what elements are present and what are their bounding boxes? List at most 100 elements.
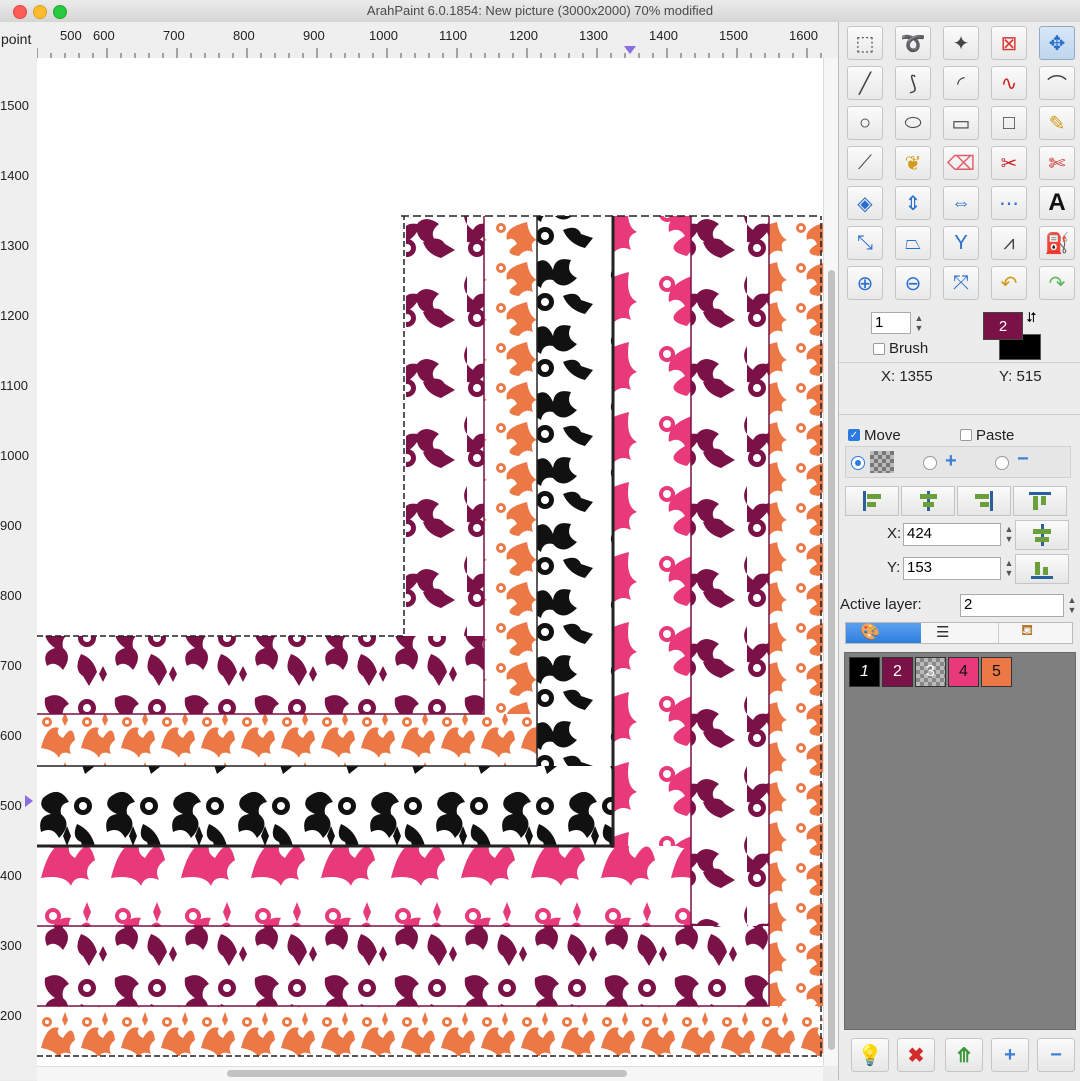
eraser-tool-button[interactable]: ⌫ [943,146,979,180]
layer-chip[interactable]: 2 [882,657,913,687]
ornamental-border-artwork[interactable] [37,58,823,1066]
foreground-color-swatch[interactable]: 2 [983,312,1023,340]
move-checkbox[interactable]: ✓ [848,429,860,441]
pencil-tool-button[interactable]: ✎ [1039,106,1075,140]
mode-subtract-radio[interactable] [995,456,1009,470]
scale-icon: ⤡ [857,231,873,254]
recolor-tool-button[interactable]: ◈ [847,186,883,220]
mirror-horizontal-tool-button[interactable]: ⇔ [943,186,979,220]
center-horizontally-button[interactable] [1015,520,1069,550]
ruler-tick-label: 1500 [719,28,748,43]
perspective-tool-button[interactable]: ⏢ [895,226,931,260]
cursor-x-readout: X: 1355 [881,368,933,385]
tip-button[interactable]: 💡 [851,1038,889,1072]
deselect-tool-button[interactable]: ⊠ [991,26,1027,60]
zoom-in-tool-button[interactable]: ⊕ [847,266,883,300]
bucket-tool-button[interactable]: ⛽ [1039,226,1075,260]
center-cross-icon [1033,524,1051,546]
brush-label: Brush [889,340,929,357]
vertical-band-maroon-outer [691,216,769,1006]
position-y-stepper[interactable]: ▲ ▼ [1003,558,1015,578]
square-tool-button[interactable]: □ [991,106,1027,140]
active-layer-input[interactable]: 2 [960,594,1064,617]
layer-panel-tabs: 🎨 ☰ ⛾ [845,622,1073,644]
layer-chip[interactable]: 1 [849,657,880,687]
vertical-scroll-thumb[interactable] [828,270,835,1050]
drawing-canvas[interactable] [37,58,823,1066]
tab-layers[interactable]: ☰ [922,623,997,643]
stamp-tool-button[interactable]: ❦ [895,146,931,180]
bezier-tool-button[interactable]: ⌒ [1039,66,1075,100]
compass-tool-button[interactable]: ⩘ [991,226,1027,260]
vertical-scrollbar[interactable] [823,58,839,1066]
subtract-mode-icon: − [1017,448,1029,470]
scissors-tool-button[interactable]: ✄ [1039,146,1075,180]
brush-size-stepper[interactable]: ▲ ▼ [913,313,925,333]
rect-select-tool-button[interactable]: ⬚ [847,26,883,60]
redo-tool-button[interactable]: ↷ [1039,266,1075,300]
align-center-horizontal-button[interactable] [901,486,955,516]
title-bar: ArahPaint 6.0.1854: New picture (3000x20… [0,0,1080,23]
ellipse-icon: ○ [858,111,872,134]
left-ruler[interactable]: 1500 1400 1300 1200 1100 1000 900 800 70… [0,58,38,1080]
curve-icon: ◜ [957,72,965,95]
layer-chip[interactable]: 3 [915,657,946,687]
mode-transparent-radio[interactable] [851,456,865,470]
layer-list[interactable]: 1 2 3 4 5 [844,652,1076,1030]
line-tool-button[interactable]: ╱ [847,66,883,100]
symmetry-tool-button[interactable]: Y [943,226,979,260]
position-x-input[interactable]: 424 [903,523,1001,546]
align-right-button[interactable] [957,486,1011,516]
lasso-tool-button[interactable]: ➰ [895,26,931,60]
horizontal-band-orange-outer [37,1006,823,1056]
tab-stamp[interactable]: ⛾ [998,622,1073,643]
position-y-input[interactable]: 153 [903,557,1001,580]
curve-tool-button[interactable]: ◜ [943,66,979,100]
fit-tool-button[interactable]: ⤧ [943,266,979,300]
ellipse-tool-button[interactable]: ○ [847,106,883,140]
rectangle-tool-button[interactable]: ▭ [943,106,979,140]
tab-palette[interactable]: 🎨 [846,623,921,643]
polyline-tool-button[interactable]: ⟆ [895,66,931,100]
layer-chip[interactable]: 4 [948,657,979,687]
position-x-label: X: [887,525,902,542]
cut-tool-button[interactable]: ✂ [991,146,1027,180]
brush-checkbox[interactable] [873,343,885,355]
mirror-vertical-tool-button[interactable]: ⇕ [895,186,931,220]
align-bottom-button[interactable] [1015,554,1069,584]
merge-layers-button[interactable]: ⤊ [945,1038,983,1072]
align-left-button[interactable] [845,486,899,516]
scale-tool-button[interactable]: ⤡ [847,226,883,260]
magic-wand-icon: ✦ [952,32,970,55]
bezier-red-tool-button[interactable]: ∿ [991,66,1027,100]
paste-checkbox[interactable] [960,429,972,441]
deselect-icon: ⊠ [1000,32,1018,55]
polyline-icon: ⟆ [909,72,917,95]
magic-wand-tool-button[interactable]: ✦ [943,26,979,60]
cut-icon: ✂ [1000,152,1018,175]
top-ruler[interactable]: point 500 600 700 800 900 1000 1100 1200… [0,22,838,59]
oval-tool-button[interactable]: ⬭ [895,106,931,140]
eyedropper-tool-button[interactable]: ⟋ [847,146,883,180]
ruler-tick-label: 1400 [0,168,29,183]
delete-layer-button[interactable]: ✖ [897,1038,935,1072]
remove-layer-button[interactable]: − [1037,1038,1075,1072]
horizontal-scroll-thumb[interactable] [227,1070,627,1077]
active-layer-stepper[interactable]: ▲ ▼ [1066,595,1078,615]
rect-select-icon: ⬚ [855,32,875,55]
move-tool-button[interactable]: ✥ [1039,26,1075,60]
add-layer-button[interactable]: + [991,1038,1029,1072]
horizontal-scrollbar[interactable] [37,1066,823,1081]
mode-add-radio[interactable] [923,456,937,470]
palette-icon: 🎨 [860,624,880,641]
position-x-stepper[interactable]: ▲ ▼ [1003,524,1015,544]
text-tool-button[interactable]: A [1039,186,1075,220]
join-tool-button[interactable]: ⋯ [991,186,1027,220]
swap-colors-icon[interactable]: ⮃ [1026,309,1037,326]
align-top-button[interactable] [1013,486,1067,516]
brush-size-input[interactable]: 1 [871,312,911,334]
undo-tool-button[interactable]: ↶ [991,266,1027,300]
layer-chip[interactable]: 5 [981,657,1012,687]
divider [839,362,1080,363]
zoom-out-tool-button[interactable]: ⊖ [895,266,931,300]
